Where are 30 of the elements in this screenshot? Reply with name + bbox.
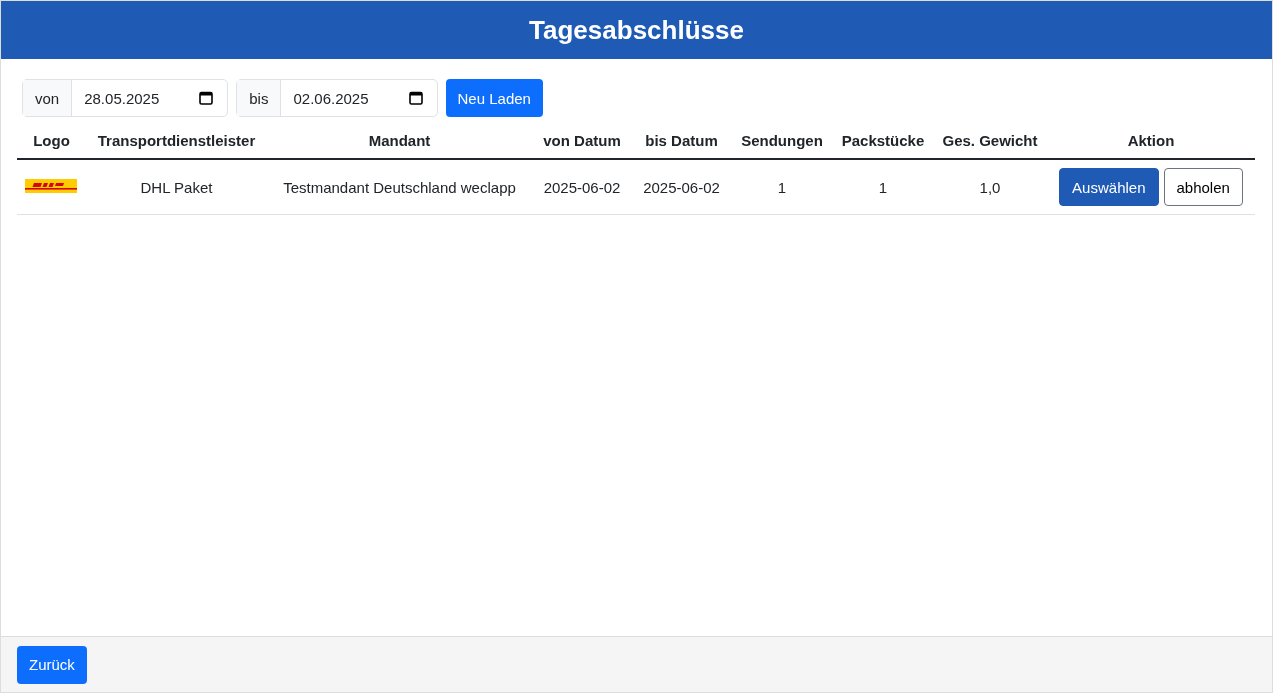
- field-label: von: [23, 80, 73, 116]
- select-button[interactable]: Auswählen: [1059, 168, 1159, 206]
- calendar-icon[interactable]: [408, 91, 423, 105]
- date-value: 28.05.2025: [84, 89, 160, 107]
- column-header: Logo: [33, 132, 70, 149]
- date-range-field[interactable]: von 28.05.2025: [22, 79, 229, 117]
- column-header: von Datum: [543, 132, 621, 149]
- calendar-icon[interactable]: [199, 91, 214, 105]
- table-cell: 2025-06-02: [543, 178, 621, 196]
- table-cell: 1,0: [979, 178, 1001, 196]
- table-cell: 1: [777, 178, 787, 196]
- table-cell: 2025-06-02: [643, 178, 720, 196]
- page-title: Tagesabschlüsse: [529, 14, 744, 46]
- field-label: bis: [237, 80, 282, 116]
- table-cell: Testmandant Deutschland weclapp: [283, 178, 516, 196]
- pickup-button[interactable]: abholen: [1163, 168, 1243, 206]
- back-button[interactable]: Zurück: [17, 645, 87, 684]
- date-range-field[interactable]: bis 02.06.2025: [236, 79, 438, 117]
- column-header: Aktion: [1127, 132, 1175, 149]
- column-header: Ges. Gewicht: [942, 132, 1038, 149]
- column-header: Packstücke: [841, 132, 925, 149]
- column-header: Sendungen: [741, 132, 823, 149]
- date-value: 02.06.2025: [293, 89, 369, 107]
- table-cell: DHL Paket: [140, 178, 213, 196]
- table-cell: 1: [878, 178, 888, 196]
- column-header: Mandant: [368, 132, 431, 149]
- column-header: Transportdienstleister: [97, 132, 256, 149]
- column-header: bis Datum: [645, 132, 718, 149]
- logo-icon: [25, 178, 77, 193]
- reload-button[interactable]: Neu Laden: [445, 79, 543, 117]
